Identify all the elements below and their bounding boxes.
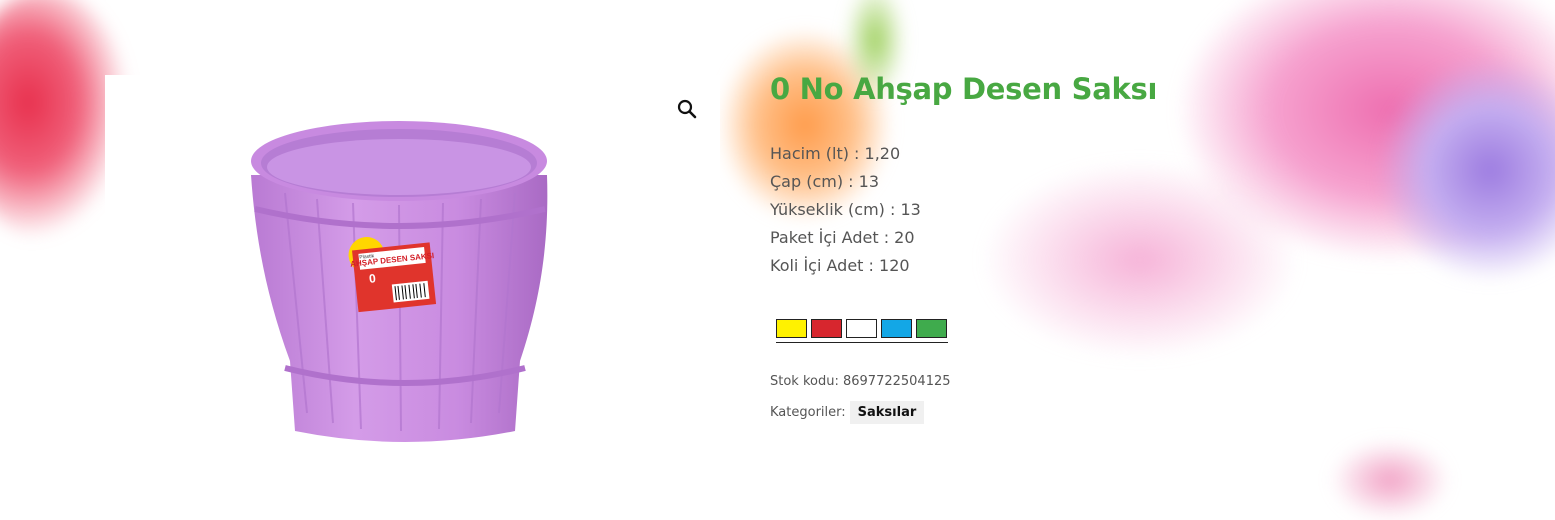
spec-package-qty: Paket İçi Adet : 20 <box>770 228 915 247</box>
product-specs: Hacim (lt) : 1,20 Çap (cm) : 13 Yüksekli… <box>770 140 1330 280</box>
color-swatch-red <box>811 319 842 338</box>
magnifier-icon <box>677 99 697 119</box>
zoom-button[interactable] <box>673 95 701 123</box>
product-gallery: AHŞAP DESEN SAKSI 0 Plastik <box>105 75 720 495</box>
color-strip-underline <box>776 342 948 343</box>
product-image[interactable]: AHŞAP DESEN SAKSI 0 Plastik <box>245 113 565 453</box>
sku: Stok kodu: 8697722504125 <box>770 374 951 389</box>
background-flower-pink-bottom <box>1330 440 1450 520</box>
color-swatch-white <box>846 319 877 338</box>
spec-height: Yükseklik (cm) : 13 <box>770 200 921 219</box>
spec-volume: Hacim (lt) : 1,20 <box>770 144 901 163</box>
categories-label: Kategoriler: <box>770 405 846 420</box>
color-swatch-yellow <box>776 319 807 338</box>
color-swatch-blue <box>881 319 912 338</box>
product-title: 0 No Ahşap Desen Saksı <box>770 72 1158 106</box>
category-link-saksilar[interactable]: Saksılar <box>849 401 925 424</box>
product-summary: 0 No Ahşap Desen Saksı Hacim (lt) : 1,20… <box>770 72 1330 280</box>
product-meta: Stok kodu: 8697722504125 Kategoriler: Sa… <box>770 374 951 424</box>
spec-carton-qty: Koli İçi Adet : 120 <box>770 256 910 275</box>
color-options <box>770 312 956 350</box>
categories: Kategoriler: Saksılar <box>770 401 951 424</box>
color-swatch-green <box>916 319 947 338</box>
spec-diameter: Çap (cm) : 13 <box>770 172 880 191</box>
